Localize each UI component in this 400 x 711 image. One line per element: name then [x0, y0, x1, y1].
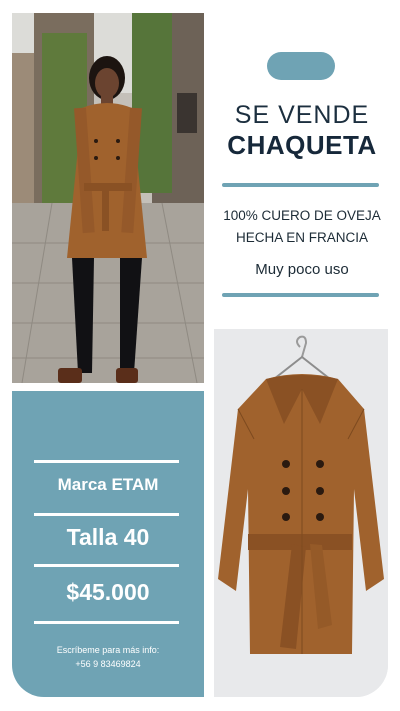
brand-label: Marca ETAM — [57, 475, 159, 494]
divider-top — [222, 183, 379, 187]
contact-label: Escríbeme para más info: — [56, 645, 160, 655]
accent-pill — [267, 52, 335, 80]
card-divider — [34, 621, 179, 624]
headline-line1: SE VENDE — [234, 101, 370, 129]
phone-number: +56 9 83469824 — [75, 659, 141, 669]
description-usage: Muy poco uso — [255, 261, 349, 278]
card-divider — [34, 564, 179, 567]
info-card: Marca ETAM Talla 40 $45.000 Escríbeme pa… — [12, 391, 204, 697]
jacket-photo-illustration — [214, 329, 388, 697]
card-divider — [34, 513, 179, 516]
woman-photo-illustration — [12, 13, 204, 383]
jacket-photo — [214, 329, 388, 697]
price-label: $45.000 — [66, 579, 150, 605]
size-label: Talla 40 — [66, 524, 150, 550]
description-origin: HECHA EN FRANCIA — [235, 230, 369, 245]
description-material: 100% CUERO DE OVEJA — [223, 208, 381, 223]
card-divider — [34, 460, 179, 463]
divider-bottom — [222, 293, 379, 297]
woman-photo — [12, 13, 204, 383]
headline-line2: CHAQUETA — [227, 130, 377, 160]
